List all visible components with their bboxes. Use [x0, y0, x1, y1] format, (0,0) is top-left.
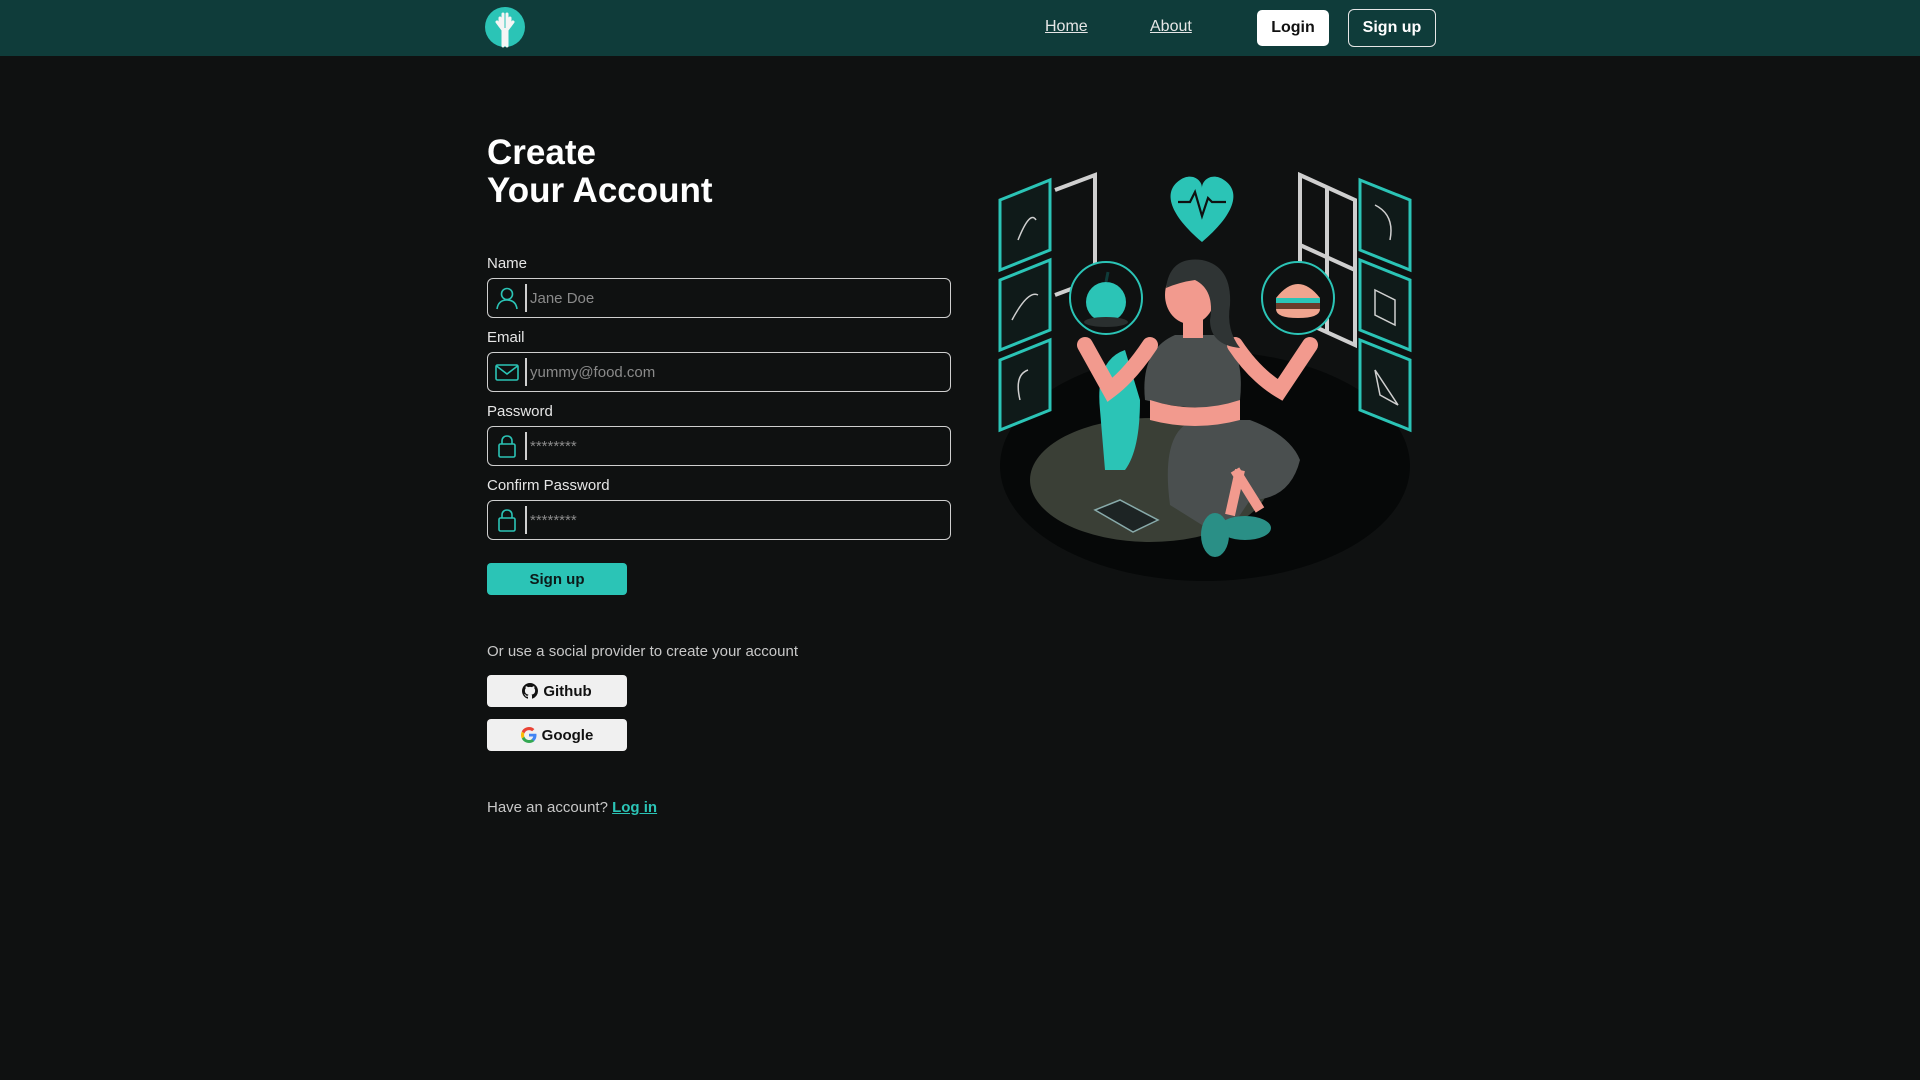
login-button[interactable]: Login	[1257, 10, 1329, 46]
envelope-icon	[495, 364, 519, 381]
email-input[interactable]	[530, 355, 940, 389]
login-link[interactable]: Log in	[612, 799, 657, 816]
github-icon	[522, 683, 539, 699]
field-separator	[525, 506, 527, 534]
title-line-2: Your Account	[487, 171, 713, 210]
signup-submit-button[interactable]: Sign up	[487, 563, 627, 595]
confirm-password-label: Confirm Password	[487, 477, 610, 494]
name-field	[487, 278, 951, 318]
google-button-label: Google	[541, 726, 594, 744]
password-field	[487, 426, 951, 466]
field-separator	[525, 358, 527, 386]
user-icon	[496, 287, 518, 310]
confirm-password-input[interactable]	[530, 503, 940, 537]
right-food-panels	[1358, 177, 1412, 433]
have-account-question: Have an account?	[487, 799, 608, 816]
password-label: Password	[487, 403, 553, 420]
github-button-label: Github	[543, 682, 592, 700]
lock-icon	[498, 435, 516, 458]
heart-rate-icon	[1170, 176, 1234, 242]
password-input[interactable]	[530, 429, 940, 463]
field-separator	[525, 432, 527, 460]
nav-link-about[interactable]: About	[1150, 18, 1192, 36]
name-input[interactable]	[530, 281, 940, 315]
social-provider-prompt: Or use a social provider to create your …	[487, 643, 798, 660]
email-field	[487, 352, 951, 392]
left-food-panels	[998, 177, 1052, 433]
lock-icon	[498, 509, 516, 532]
page-title: Create Your Account	[487, 134, 887, 210]
field-separator	[525, 284, 527, 312]
navbar: Home About Login Sign up	[0, 0, 1920, 56]
have-account-text: Have an account? Log in	[487, 799, 657, 816]
confirm-password-field	[487, 500, 951, 540]
github-signup-button[interactable]: Github	[487, 675, 627, 707]
google-signup-button[interactable]: Google	[487, 719, 627, 751]
nav-link-home[interactable]: Home	[1045, 18, 1088, 36]
email-label: Email	[487, 329, 525, 346]
signup-nav-button[interactable]: Sign up	[1348, 9, 1436, 47]
name-label: Name	[487, 255, 528, 272]
tree-logo-icon[interactable]	[484, 6, 526, 48]
title-line-1: Create	[487, 133, 596, 172]
meditation-illustration	[998, 171, 1412, 581]
google-icon	[520, 727, 537, 743]
